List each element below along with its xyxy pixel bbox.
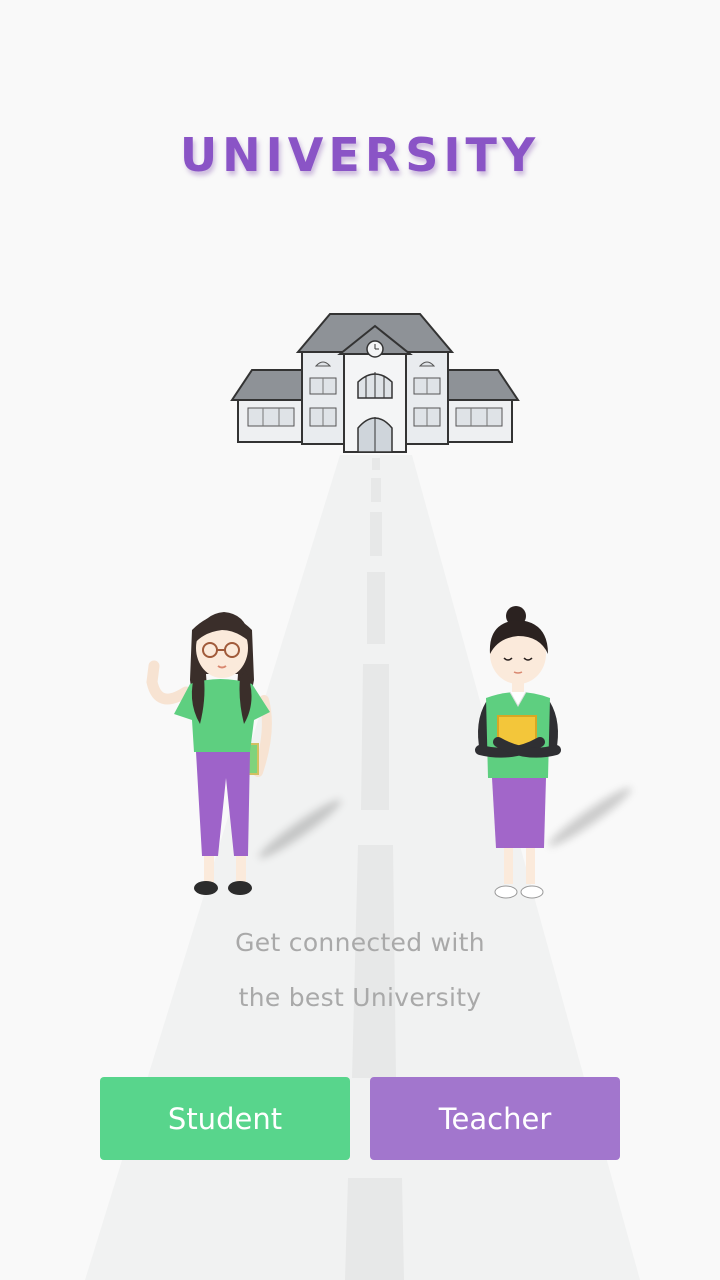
login-screen: UNIVERSITY Get connected with the best U…: [0, 0, 720, 1280]
teacher-button-label: Teacher: [438, 1101, 552, 1136]
teacher-woman-icon: [475, 606, 561, 899]
student-button-label: Student: [167, 1101, 283, 1136]
tagline-line-1: Get connected with: [235, 928, 485, 957]
tagline-line-2: the best University: [238, 983, 482, 1012]
teacher-button[interactable]: Teacher: [370, 1077, 620, 1160]
student-girl-icon: [146, 612, 272, 895]
student-button[interactable]: Student: [100, 1077, 350, 1160]
app-title: UNIVERSITY: [179, 128, 541, 182]
university-building-icon: [230, 313, 520, 453]
